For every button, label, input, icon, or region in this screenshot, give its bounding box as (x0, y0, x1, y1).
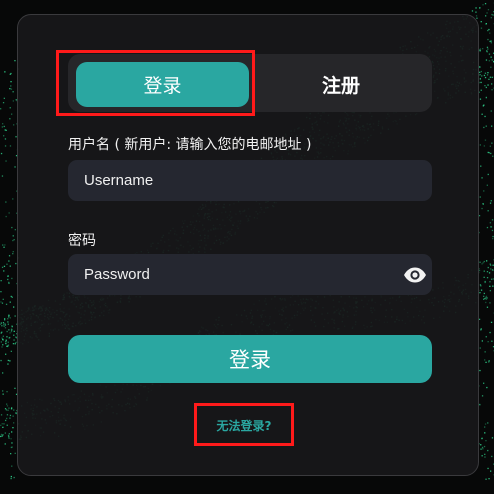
login-page: 登录 注册 用户名 ( 新用户: 请输入您的电邮地址 ) 密码 登录 无法登录? (0, 0, 494, 494)
password-label: 密码 (68, 233, 96, 249)
username-input[interactable] (68, 160, 432, 201)
eye-icon[interactable] (403, 263, 427, 287)
tab-login-highlight (56, 50, 255, 116)
cannot-login-highlight (194, 403, 294, 446)
tab-register[interactable]: 注册 (258, 62, 424, 107)
tab-register-label: 注册 (321, 75, 360, 97)
login-submit-button[interactable]: 登录 (68, 335, 432, 383)
password-input[interactable] (68, 254, 432, 295)
username-label: 用户名 ( 新用户: 请输入您的电邮地址 ) (68, 137, 312, 153)
